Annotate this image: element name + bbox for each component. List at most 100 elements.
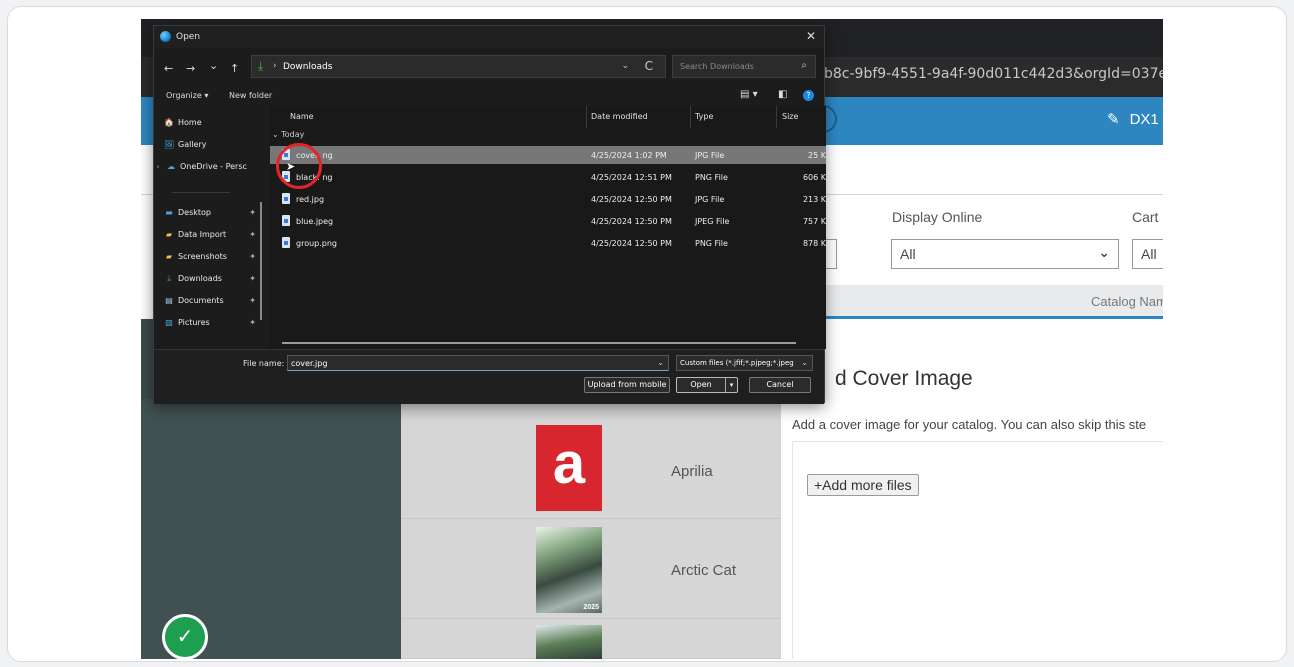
catalog-thumbnail bbox=[536, 625, 602, 659]
file-drop-zone[interactable]: +Add more files bbox=[792, 441, 1163, 659]
nav-item-home[interactable]: 🏠 Home bbox=[164, 118, 264, 134]
column-header-type[interactable]: Type bbox=[695, 112, 713, 121]
display-online-value: All bbox=[900, 246, 916, 262]
file-type-value: Custom files (*.jfif;*.pjpeg;*.jpeg bbox=[680, 359, 794, 367]
image-file-icon bbox=[282, 193, 290, 204]
file-row[interactable]: blue.jpeg 4/25/2024 12:50 PM JPEG File 7… bbox=[270, 212, 826, 230]
add-more-files-button[interactable]: +Add more files bbox=[807, 474, 919, 496]
file-size: 606 K bbox=[802, 173, 826, 182]
help-icon[interactable]: ? bbox=[803, 90, 814, 101]
nav-item-label: Documents bbox=[178, 296, 224, 305]
file-name-input[interactable]: cover.jpg ⌄ bbox=[287, 355, 669, 371]
nav-item-desktop[interactable]: ▬ Desktop ✦ bbox=[164, 208, 264, 224]
file-date: 4/25/2024 1:02 PM bbox=[591, 151, 667, 160]
cart-select[interactable]: All bbox=[1132, 239, 1163, 269]
display-online-select[interactable]: All ⌄ bbox=[891, 239, 1119, 269]
file-name: blue.jpeg bbox=[296, 217, 334, 226]
nav-item-label: Data Import bbox=[178, 230, 227, 239]
column-divider[interactable] bbox=[586, 106, 587, 128]
catalog-row[interactable]: a Aprilia bbox=[401, 419, 781, 519]
file-date: 4/25/2024 12:50 PM bbox=[591, 239, 672, 248]
nav-item-pictures[interactable]: ▧ Pictures ✦ bbox=[164, 318, 264, 334]
nav-item-gallery[interactable]: 🖼 Gallery bbox=[164, 140, 264, 156]
horizontal-scrollbar[interactable] bbox=[282, 342, 796, 344]
file-name-label: File name: bbox=[243, 359, 285, 368]
catalog-row[interactable] bbox=[401, 619, 781, 659]
column-header-name[interactable]: Name bbox=[290, 112, 314, 121]
recent-locations-chevron-icon[interactable]: ⌄ bbox=[209, 59, 218, 72]
pin-icon: ✦ bbox=[249, 274, 256, 283]
cancel-button[interactable]: Cancel bbox=[749, 377, 811, 393]
file-size: 878 K bbox=[802, 239, 826, 248]
chevron-down-icon[interactable]: ⌄ bbox=[657, 358, 664, 367]
pin-icon: ✦ bbox=[249, 230, 256, 239]
back-arrow-icon[interactable]: ← bbox=[164, 62, 173, 75]
file-type-select[interactable]: Custom files (*.jfif;*.pjpeg;*.jpeg ⌄ bbox=[676, 355, 813, 371]
nav-item-label: OneDrive - Persc bbox=[180, 162, 247, 171]
edge-browser-icon bbox=[160, 31, 171, 42]
nav-item-data-import[interactable]: ▰ Data Import ✦ bbox=[164, 230, 264, 246]
search-downloads-input[interactable]: Search Downloads ⌕ bbox=[672, 55, 816, 78]
close-icon[interactable]: ✕ bbox=[806, 29, 816, 43]
view-options-icon[interactable]: ▤ ▾ bbox=[740, 89, 758, 100]
gallery-icon: 🖼 bbox=[164, 140, 175, 149]
file-row[interactable]: group.png 4/25/2024 12:50 PM PNG File 87… bbox=[270, 234, 826, 252]
thumbnail-year: 2025 bbox=[583, 604, 599, 611]
open-options-chevron-icon[interactable]: ▾ bbox=[725, 378, 737, 392]
folder-icon: ▰ bbox=[165, 252, 173, 261]
open-button[interactable]: Open ▾ bbox=[676, 377, 738, 393]
cover-panel-description: Add a cover image for your catalog. You … bbox=[792, 417, 1147, 432]
pin-icon: ✦ bbox=[249, 252, 256, 261]
downloads-icon: ⤓ bbox=[258, 59, 264, 73]
nav-item-documents[interactable]: ▤ Documents ✦ bbox=[164, 296, 264, 312]
image-file-icon bbox=[282, 215, 290, 226]
home-icon: 🏠 bbox=[164, 118, 174, 127]
file-row-selected[interactable]: cover. ng 4/25/2024 1:02 PM JPG File 25 … bbox=[270, 146, 826, 164]
new-folder-button[interactable]: New folder bbox=[229, 91, 272, 100]
forward-arrow-icon[interactable]: → bbox=[186, 62, 195, 75]
pane-scrollbar[interactable] bbox=[260, 202, 262, 320]
upload-from-mobile-button[interactable]: Upload from mobile bbox=[584, 377, 670, 393]
documents-icon: ▤ bbox=[165, 296, 173, 305]
catalog-row-label: Aprilia bbox=[671, 463, 713, 480]
navigation-pane: 🏠 Home 🖼 Gallery › ☁ OneDrive - Persc ▬ Deskt… bbox=[154, 106, 268, 349]
file-type: JPG File bbox=[695, 151, 725, 160]
file-date: 4/25/2024 12:51 PM bbox=[591, 173, 672, 182]
file-type: PNG File bbox=[695, 173, 728, 182]
file-type: PNG File bbox=[695, 239, 728, 248]
file-list: Name Date modified Type Size ⌄ Today cov… bbox=[270, 106, 826, 349]
up-arrow-icon[interactable]: ↑ bbox=[230, 62, 239, 75]
file-type: JPG File bbox=[695, 195, 725, 204]
onedrive-icon: ☁ bbox=[167, 162, 175, 171]
catalog-row-label: Arctic Cat bbox=[671, 562, 737, 579]
open-file-dialog: Open ✕ ← → ⌄ ↑ ⤓ › Downloads ⌄ C Search … bbox=[153, 25, 826, 404]
dialog-navigation-bar: ← → ⌄ ↑ ⤓ › Downloads ⌄ C Search Downloa… bbox=[154, 48, 824, 86]
aprilia-logo-thumbnail: a bbox=[536, 425, 602, 511]
pin-icon: ✦ bbox=[249, 296, 256, 305]
group-header-label: Today bbox=[281, 130, 305, 139]
edit-catalog-link[interactable]: ✎ DX1 ( bbox=[1107, 110, 1163, 128]
nav-item-downloads[interactable]: ⤓ Downloads ✦ bbox=[164, 274, 264, 290]
address-bar[interactable]: ⤓ › Downloads ⌄ C bbox=[251, 55, 666, 78]
file-row[interactable]: red.jpg 4/25/2024 12:50 PM JPG File 213 … bbox=[270, 190, 826, 208]
column-header-date-modified[interactable]: Date modified bbox=[591, 112, 648, 121]
add-cover-image-panel: d Cover Image Add a cover image for your… bbox=[781, 357, 1163, 659]
file-row[interactable]: black. ng 4/25/2024 12:51 PM PNG File 60… bbox=[270, 168, 826, 186]
catalog-name-column-header[interactable]: Catalog Nam bbox=[821, 285, 1163, 319]
file-date: 4/25/2024 12:50 PM bbox=[591, 217, 672, 226]
column-header-size[interactable]: Size bbox=[782, 112, 798, 121]
open-button-label: Open bbox=[690, 380, 712, 389]
refresh-icon[interactable]: C bbox=[645, 59, 653, 73]
column-divider[interactable] bbox=[776, 106, 777, 128]
chevron-down-icon[interactable]: ⌄ bbox=[621, 61, 629, 71]
preview-pane-icon[interactable]: ◧ bbox=[778, 89, 787, 100]
nav-item-onedrive[interactable]: › ☁ OneDrive - Persc bbox=[154, 162, 254, 178]
screenshot-frame: b8c-9bf9-4551-9a4f-90d011c442d3&orgId=03… bbox=[7, 6, 1287, 662]
catalog-row[interactable]: 2025 Arctic Cat bbox=[401, 519, 781, 619]
nav-item-screenshots[interactable]: ▰ Screenshots ✦ bbox=[164, 252, 264, 268]
column-divider[interactable] bbox=[690, 106, 691, 128]
group-header-today[interactable]: ⌄ Today bbox=[272, 130, 304, 139]
organize-menu-button[interactable]: Organize ▾ bbox=[166, 91, 208, 100]
arctic-cat-thumbnail: 2025 bbox=[536, 527, 602, 613]
file-name-value: cover.jpg bbox=[291, 359, 328, 368]
